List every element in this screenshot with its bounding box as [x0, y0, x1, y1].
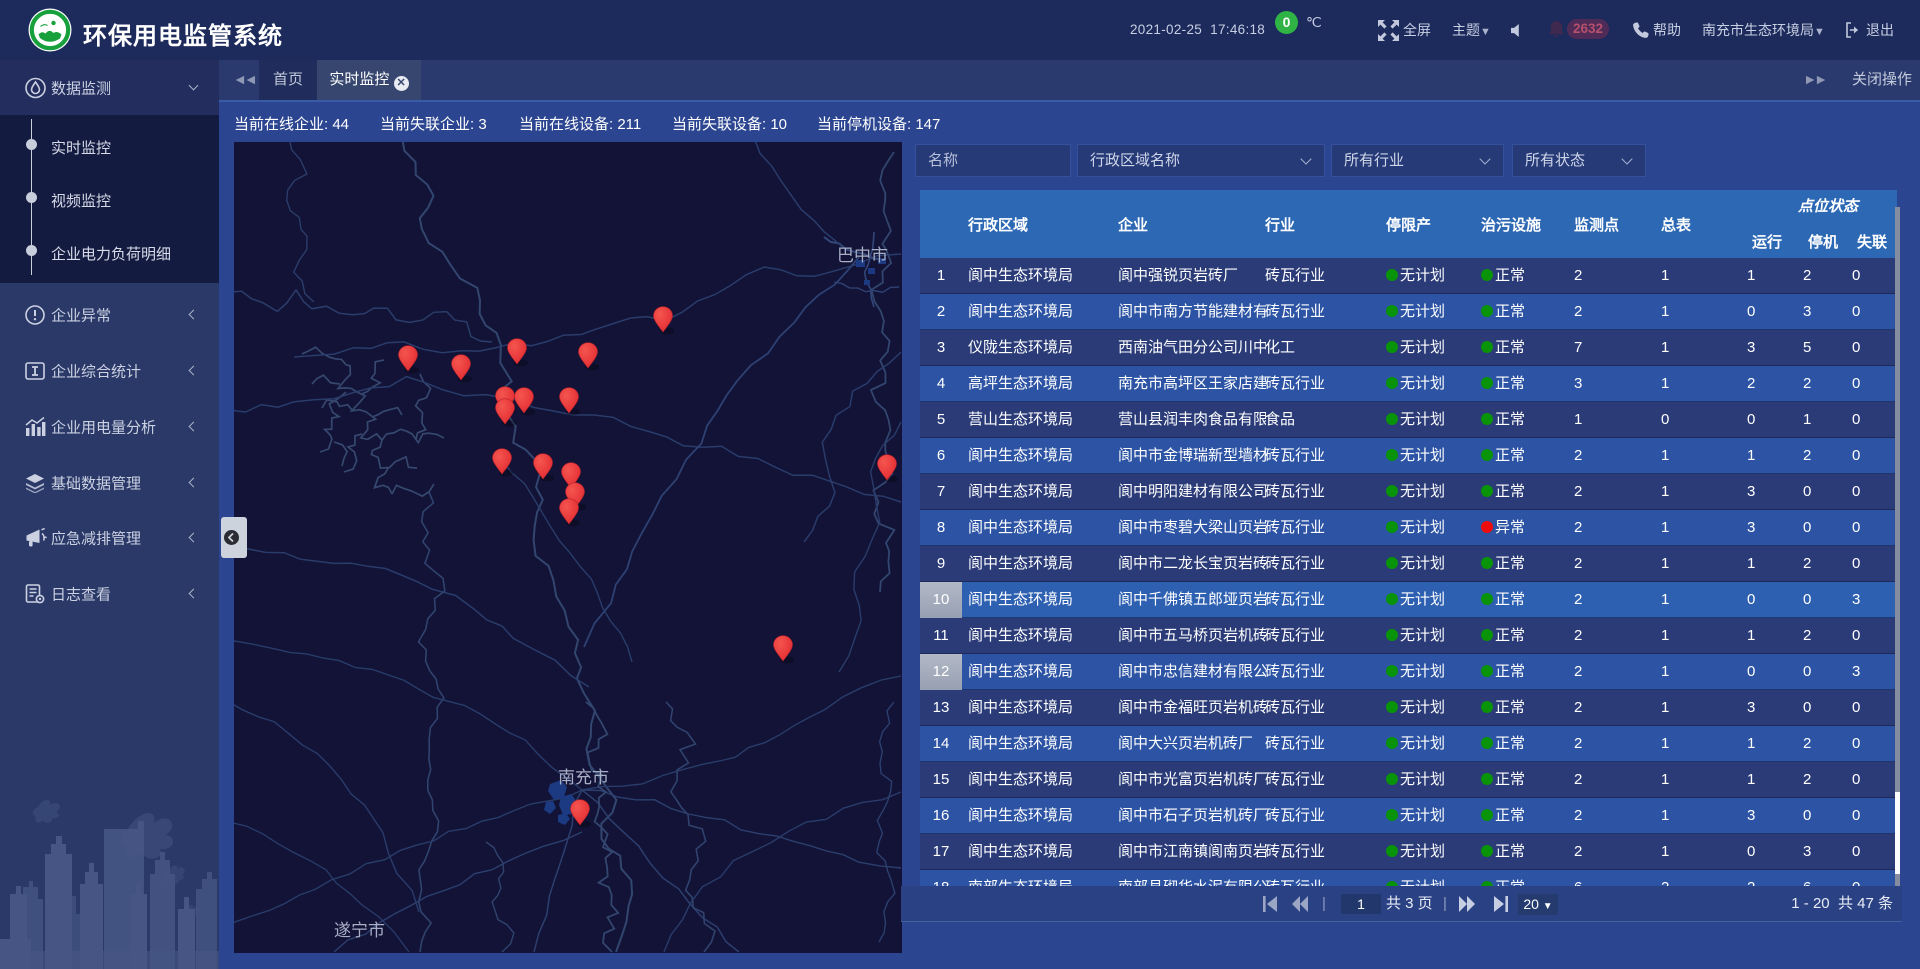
svg-text:巴中市: 巴中市 [837, 246, 888, 265]
svg-text:遂宁市: 遂宁市 [334, 921, 385, 940]
svg-text:南充市: 南充市 [558, 768, 609, 787]
